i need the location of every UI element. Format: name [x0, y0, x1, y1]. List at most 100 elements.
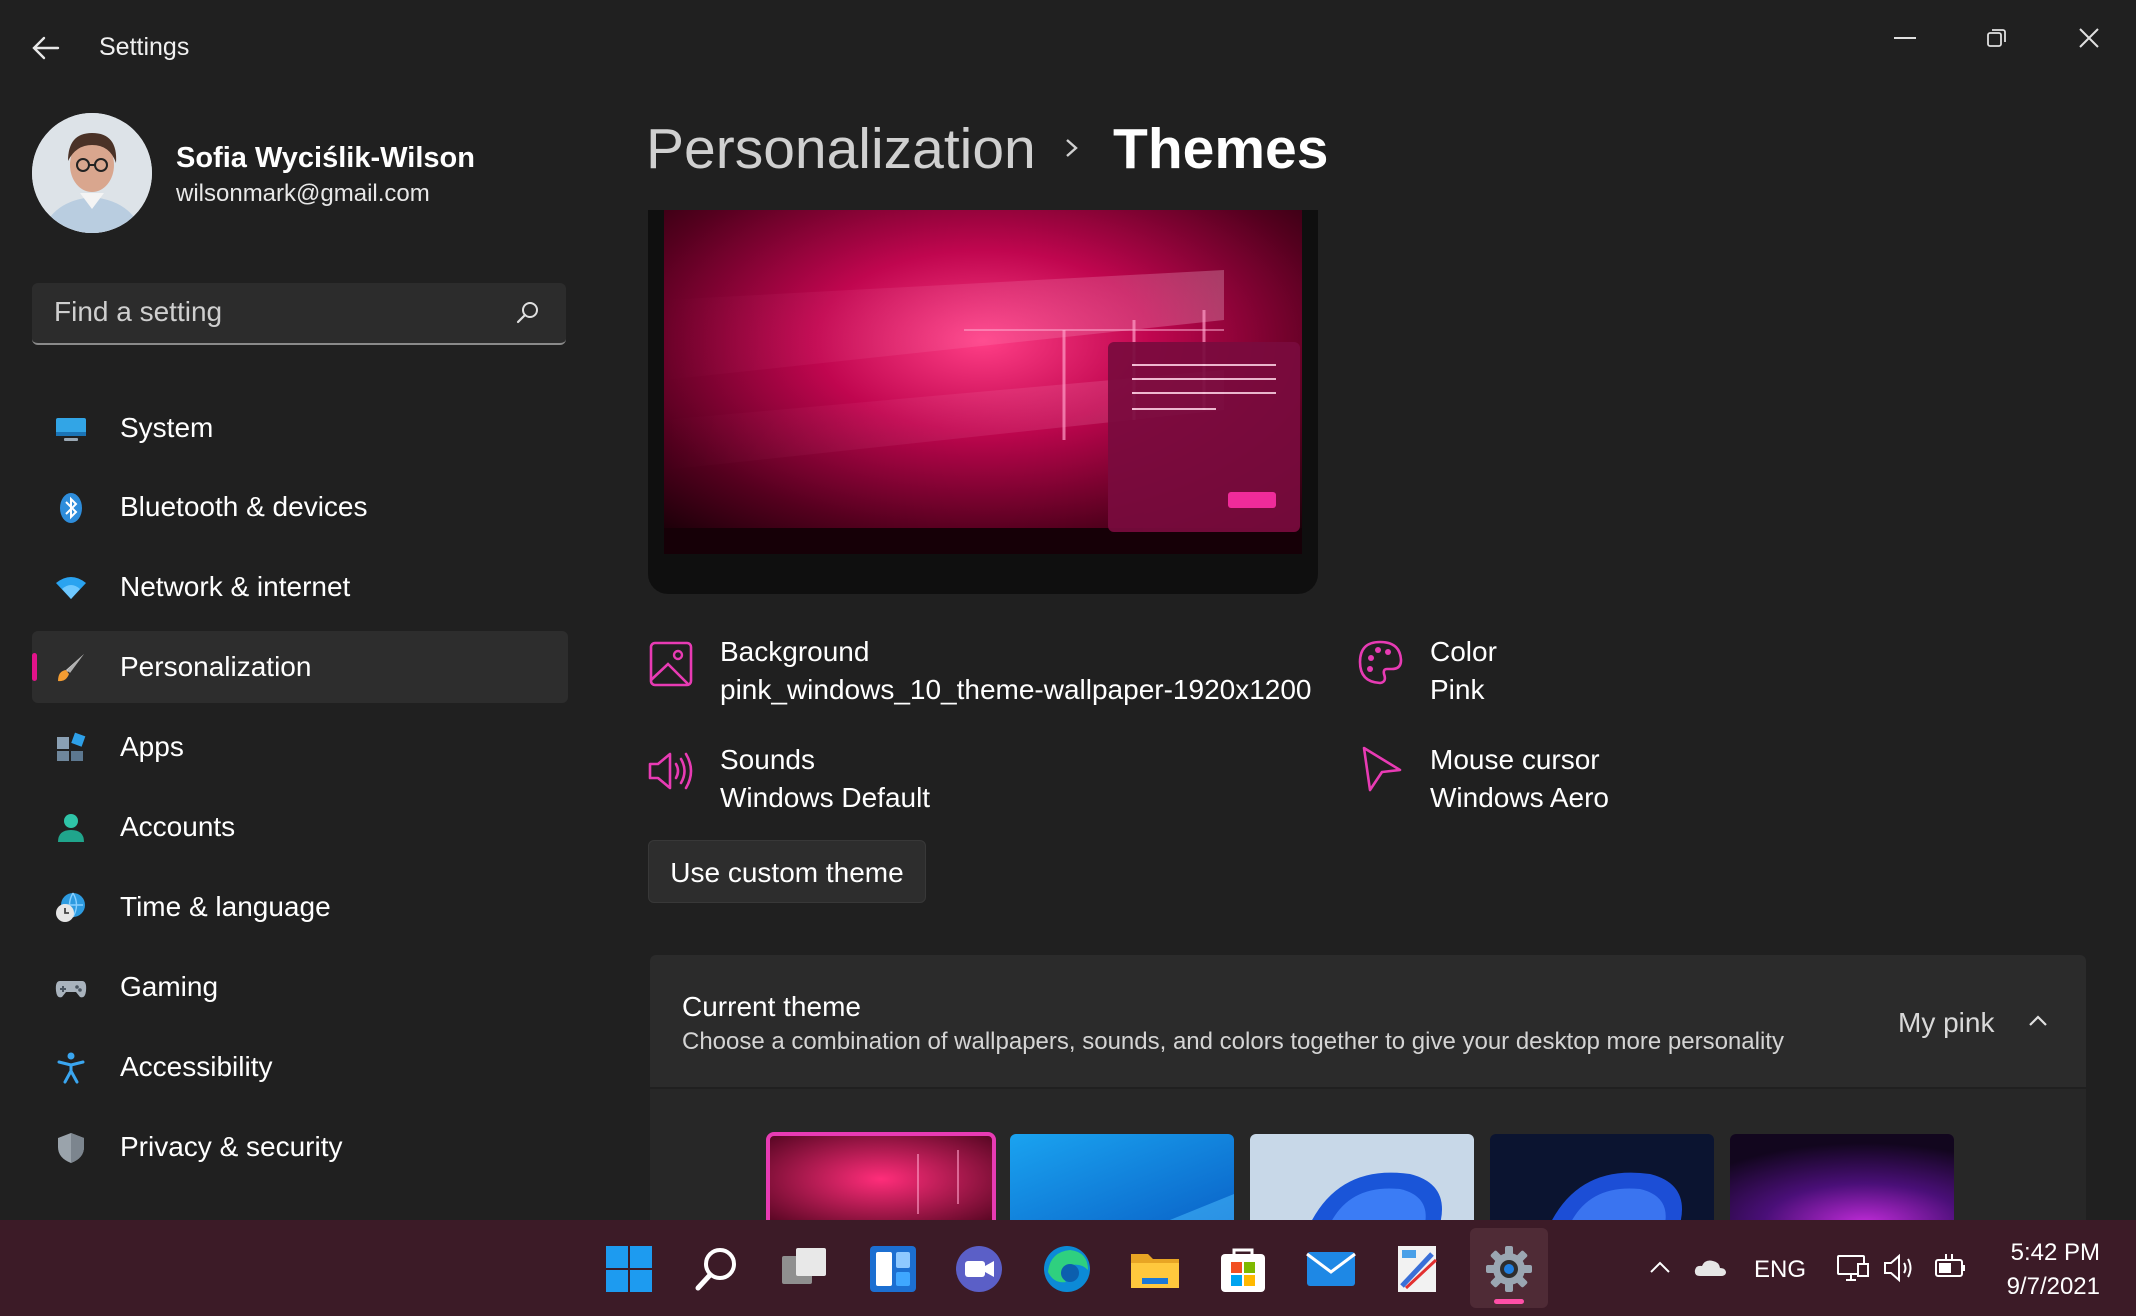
current-theme-value: My pink: [1898, 1007, 1994, 1039]
theme-thumbnail-pink[interactable]: [768, 1134, 994, 1220]
avatar[interactable]: [32, 113, 152, 233]
chevron-up-icon[interactable]: [2026, 1009, 2050, 1033]
app-title: Settings: [99, 33, 189, 62]
theme-thumbnail-image: [1730, 1134, 1954, 1220]
search-box[interactable]: [32, 283, 566, 345]
sidebar-item-label: Time & language: [120, 891, 331, 923]
sidebar-item-label: Accessibility: [120, 1051, 272, 1083]
sounds-label[interactable]: Sounds: [720, 744, 815, 776]
edge-icon[interactable]: [1040, 1242, 1094, 1296]
volume-icon[interactable]: [1882, 1252, 1918, 1284]
preview-window: [1108, 342, 1300, 532]
background-label[interactable]: Background: [720, 636, 869, 668]
network-icon[interactable]: [1836, 1252, 1870, 1284]
taskbar: ENG 5:42 PM 9/7/2021: [0, 1220, 2136, 1316]
accessibility-icon: [54, 1051, 88, 1085]
sidebar-item-system[interactable]: System: [32, 392, 568, 464]
theme-gallery: [650, 1089, 2086, 1220]
wallpaper-preview: [664, 210, 1302, 554]
chevron-right-icon: [1058, 128, 1086, 168]
current-theme-title: Current theme: [682, 991, 861, 1023]
store-icon[interactable]: [1216, 1242, 1270, 1296]
close-button[interactable]: [2066, 18, 2112, 58]
close-icon: [2078, 27, 2100, 49]
sidebar-item-label: Privacy & security: [120, 1131, 343, 1163]
breadcrumb-parent[interactable]: Personalization: [646, 116, 1036, 182]
theme-thumbnail-image: [768, 1134, 994, 1220]
gamepad-icon: [54, 971, 88, 1005]
paintbrush-icon: [54, 651, 88, 685]
minimize-icon: [1894, 36, 1916, 40]
speaker-icon: [646, 746, 696, 796]
sidebar-item-apps[interactable]: Apps: [32, 711, 568, 783]
clock[interactable]: 5:42 PM 9/7/2021: [2007, 1236, 2100, 1304]
globe-clock-icon: [54, 891, 88, 925]
user-email: wilsonmark@gmail.com: [176, 180, 430, 208]
sidebar-item-gaming[interactable]: Gaming: [32, 951, 568, 1023]
current-theme-description: Choose a combination of wallpapers, soun…: [682, 1028, 1784, 1056]
paint-icon[interactable]: [1392, 1242, 1446, 1296]
widgets-icon[interactable]: [866, 1242, 920, 1296]
page-title: Themes: [1113, 116, 1328, 182]
theme-thumbnail-image: [1250, 1134, 1474, 1220]
sidebar-item-time-language[interactable]: Time & language: [32, 871, 568, 943]
palette-icon: [1356, 638, 1406, 688]
sidebar-item-personalization[interactable]: Personalization: [32, 631, 568, 703]
battery-icon[interactable]: [1932, 1252, 1968, 1284]
theme-thumbnail-image: [1490, 1134, 1714, 1220]
color-label[interactable]: Color: [1430, 636, 1497, 668]
clock-time: 5:42 PM: [2007, 1236, 2100, 1270]
restore-button[interactable]: [1974, 18, 2020, 58]
person-icon: [54, 811, 88, 845]
start-icon[interactable]: [602, 1242, 656, 1296]
sidebar-item-label: Apps: [120, 731, 184, 763]
sidebar-item-accounts[interactable]: Accounts: [32, 791, 568, 863]
active-indicator: [32, 653, 37, 681]
use-custom-theme-button[interactable]: Use custom theme: [648, 840, 926, 903]
mouse-cursor-value: Windows Aero: [1430, 782, 1609, 814]
chat-icon[interactable]: [952, 1242, 1006, 1296]
sidebar-item-privacy[interactable]: Privacy & security: [32, 1111, 568, 1183]
search-icon[interactable]: [690, 1242, 744, 1296]
task-view-icon[interactable]: [778, 1242, 832, 1296]
sounds-value: Windows Default: [720, 782, 930, 814]
cursor-icon: [1358, 744, 1408, 794]
bluetooth-icon: [54, 491, 88, 525]
user-name: Sofia Wyciślik-Wilson: [176, 142, 475, 175]
sidebar-item-label: Network & internet: [120, 571, 350, 603]
restore-icon: [1986, 27, 2008, 49]
current-theme-header[interactable]: Current theme Choose a combination of wa…: [650, 955, 2086, 1087]
sidebar-item-label: Gaming: [120, 971, 218, 1003]
theme-thumbnail-glow[interactable]: [1730, 1134, 1954, 1220]
theme-thumbnail-windows-blue[interactable]: [1010, 1134, 1234, 1220]
monitor-icon: [54, 412, 88, 446]
minimize-button[interactable]: [1882, 18, 1928, 58]
theme-thumbnail-image: [1010, 1134, 1234, 1220]
sidebar-item-network[interactable]: Network & internet: [32, 551, 568, 623]
clock-date: 9/7/2021: [2007, 1270, 2100, 1304]
onedrive-icon[interactable]: [1692, 1256, 1728, 1280]
file-explorer-icon[interactable]: [1128, 1242, 1182, 1296]
picture-icon: [648, 640, 698, 690]
sidebar-item-accessibility[interactable]: Accessibility: [32, 1031, 568, 1103]
sidebar-item-label: Accounts: [120, 811, 235, 843]
sidebar-item-label: Bluetooth & devices: [120, 491, 368, 523]
color-value: Pink: [1430, 674, 1484, 706]
wifi-icon: [54, 571, 88, 605]
search-icon[interactable]: [514, 299, 542, 327]
sidebar-item-bluetooth[interactable]: Bluetooth & devices: [32, 471, 568, 543]
theme-thumbnail-windows-light[interactable]: [1250, 1134, 1474, 1220]
language-indicator[interactable]: ENG: [1754, 1256, 1806, 1284]
settings-icon[interactable]: [1482, 1242, 1536, 1296]
sidebar-item-label: System: [120, 412, 213, 444]
back-arrow-icon[interactable]: [28, 30, 68, 66]
theme-preview: [648, 210, 1318, 594]
mouse-cursor-label[interactable]: Mouse cursor: [1430, 744, 1600, 776]
chevron-up-icon[interactable]: [1648, 1258, 1672, 1278]
mail-icon[interactable]: [1304, 1242, 1358, 1296]
active-app-indicator: [1494, 1299, 1524, 1304]
search-input[interactable]: [32, 283, 502, 341]
theme-thumbnail-windows-dark[interactable]: [1490, 1134, 1714, 1220]
profile-photo: [32, 113, 152, 233]
background-value: pink_windows_10_theme-wallpaper-1920x120…: [720, 674, 1312, 706]
